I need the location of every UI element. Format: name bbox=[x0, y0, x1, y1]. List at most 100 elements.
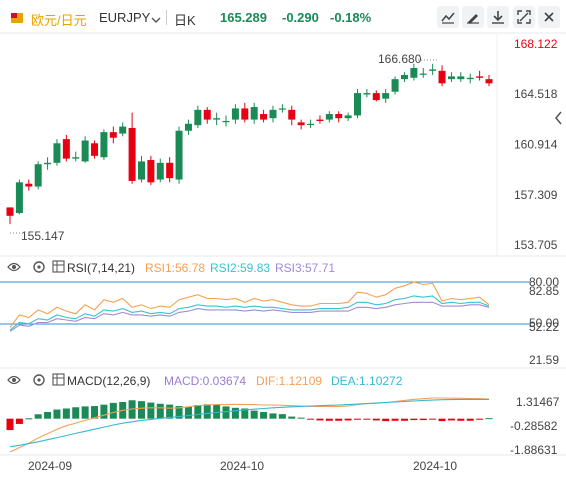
chevron-left-icon[interactable] bbox=[555, 111, 562, 125]
macd-bar bbox=[222, 406, 230, 419]
eye-icon[interactable] bbox=[7, 262, 21, 272]
macd-header: MACD(12,26,9) MACD:0.03674 DIF:1.12109 D… bbox=[7, 373, 403, 388]
macd-bar bbox=[325, 418, 333, 421]
candle-body bbox=[34, 164, 42, 187]
macd-bar bbox=[410, 418, 418, 421]
candle-body bbox=[372, 93, 380, 101]
macd-bar bbox=[53, 409, 61, 419]
candle-body bbox=[15, 182, 23, 214]
candle-body bbox=[128, 127, 136, 181]
macd-bar bbox=[166, 404, 174, 419]
indicator-list-icon[interactable] bbox=[52, 373, 65, 386]
candle-body bbox=[391, 79, 399, 92]
candle-body bbox=[119, 126, 127, 134]
candle-body bbox=[485, 79, 493, 84]
candle-body bbox=[354, 93, 362, 116]
candle-body bbox=[241, 108, 249, 120]
candle-body bbox=[175, 130, 183, 180]
low-label: 155.147 bbox=[21, 229, 65, 243]
macd-tick-low: -1.88631 bbox=[510, 443, 558, 457]
macd-bar bbox=[15, 418, 23, 424]
x-tick-2: 2024-10 bbox=[220, 459, 264, 473]
macd-bar bbox=[156, 403, 164, 419]
macd-bar bbox=[307, 418, 315, 420]
candle-body bbox=[260, 114, 268, 120]
high-label: 166.680 bbox=[378, 52, 422, 66]
macd-series bbox=[6, 397, 493, 453]
indicator-list-icon[interactable] bbox=[52, 260, 65, 273]
macd-bar bbox=[260, 412, 268, 419]
candle-body bbox=[137, 161, 145, 180]
chart-canvas[interactable]: 168.122 164.518 160.914 157.309 153.705 166.… bbox=[0, 0, 566, 482]
candle-body bbox=[325, 114, 333, 120]
candle-body bbox=[147, 160, 155, 183]
macd-tick-mid: -0.28582 bbox=[510, 419, 558, 433]
candle-body bbox=[457, 76, 465, 80]
rsi-title: RSI(7,14,21) bbox=[67, 261, 135, 275]
macd-bar bbox=[297, 417, 305, 419]
macd-bar bbox=[476, 418, 484, 420]
candle-body bbox=[156, 162, 164, 180]
dif-value: DIF:1.12109 bbox=[256, 374, 322, 388]
candle-body bbox=[222, 120, 230, 123]
price-tick: 157.309 bbox=[514, 188, 558, 202]
candle-body bbox=[382, 93, 390, 99]
macd-bar bbox=[231, 407, 239, 419]
candle-body bbox=[231, 108, 239, 120]
macd-bar bbox=[438, 418, 446, 422]
rsi1-value: RSI1:56.78 bbox=[145, 261, 205, 275]
candle-body bbox=[419, 73, 427, 75]
macd-bar bbox=[400, 418, 408, 421]
candle-body bbox=[307, 123, 315, 125]
macd-bar bbox=[372, 418, 380, 421]
candle-body bbox=[335, 114, 343, 119]
candle-body bbox=[269, 109, 277, 119]
macd-bar bbox=[335, 418, 343, 421]
rsi3-value: RSI3:57.71 bbox=[275, 261, 335, 275]
macd-bar bbox=[419, 418, 427, 421]
macd-bar bbox=[269, 413, 277, 419]
macd-bar bbox=[62, 408, 70, 419]
candle-body bbox=[363, 93, 371, 95]
candle-body bbox=[109, 132, 117, 138]
high-annotation: 166.680 bbox=[378, 52, 437, 66]
candle-body bbox=[316, 119, 324, 121]
macd-bar bbox=[250, 410, 258, 419]
dif-line bbox=[9, 397, 490, 453]
eye-icon[interactable] bbox=[7, 375, 21, 385]
rsi-header: RSI(7,14,21) RSI1:56.78 RSI2:59.83 RSI3:… bbox=[7, 260, 335, 275]
price-axis: 168.122 164.518 160.914 157.309 153.705 bbox=[514, 37, 558, 252]
macd-bar bbox=[391, 418, 399, 421]
macd-bar bbox=[34, 414, 42, 419]
candle-body bbox=[476, 76, 484, 78]
candle-body bbox=[25, 183, 33, 187]
macd-bar bbox=[429, 418, 437, 420]
settings-icon[interactable] bbox=[33, 261, 45, 273]
time-axis: 2024-09 2024-10 2024-10 bbox=[28, 459, 457, 473]
macd-bar bbox=[363, 418, 371, 420]
rsi-tick-82: 82.85 bbox=[529, 284, 559, 298]
candle-body bbox=[344, 115, 352, 119]
candle-body bbox=[278, 108, 286, 110]
candle-body bbox=[438, 70, 446, 84]
macd-title: MACD(12,26,9) bbox=[67, 374, 150, 388]
macd-bar bbox=[25, 418, 33, 420]
candle-body bbox=[184, 123, 192, 131]
price-tick: 168.122 bbox=[514, 37, 558, 51]
macd-bar bbox=[44, 412, 52, 419]
candle-body bbox=[62, 139, 70, 159]
macd-axis: 1.31467 -0.28582 -1.88631 bbox=[510, 395, 560, 457]
macd-bar bbox=[109, 402, 117, 419]
rsi2-line bbox=[9, 295, 490, 331]
candle-body bbox=[288, 109, 296, 120]
macd-bar bbox=[194, 404, 202, 419]
rsi1-line bbox=[9, 281, 490, 328]
candle-body bbox=[429, 69, 437, 71]
candle-body bbox=[466, 77, 474, 80]
macd-tick-top: 1.31467 bbox=[516, 395, 560, 409]
price-tick: 160.914 bbox=[514, 137, 558, 151]
low-annotation: 155.147 bbox=[10, 229, 65, 243]
settings-icon[interactable] bbox=[33, 374, 45, 386]
macd-bar bbox=[72, 407, 80, 419]
macd-value: MACD:0.03674 bbox=[164, 374, 246, 388]
